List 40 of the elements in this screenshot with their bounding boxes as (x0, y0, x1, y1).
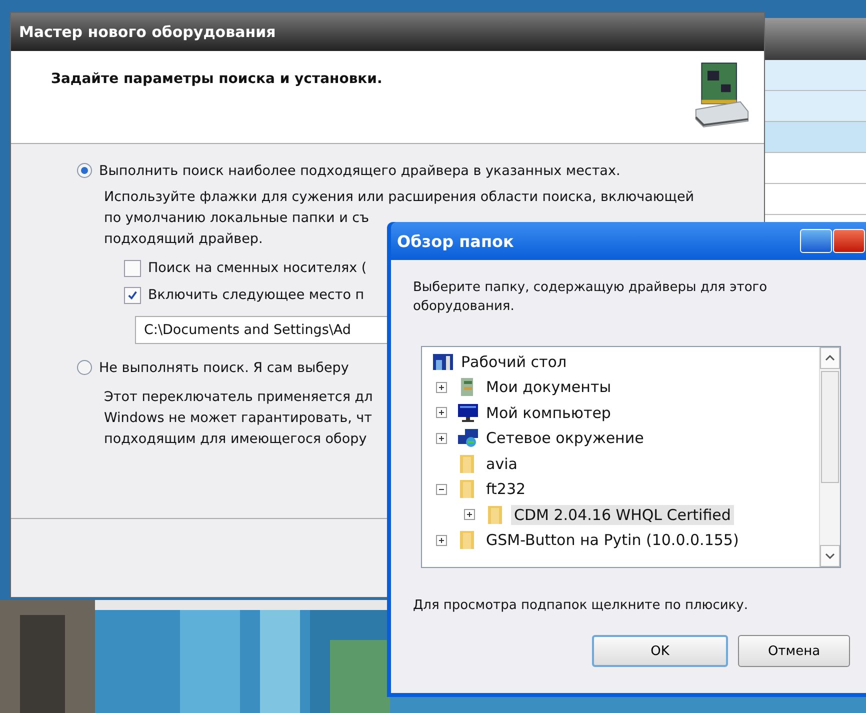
search-option-radio[interactable]: Не выполнять поиск. Я сам выберу (77, 360, 349, 376)
checkmark-icon (127, 290, 138, 300)
description-line: подходящим для имеющегося обору (104, 431, 367, 447)
caret-up-icon (825, 355, 835, 361)
expand-icon[interactable] (436, 407, 447, 418)
folder-tree-item[interactable]: ft232 (483, 479, 529, 500)
search-location-checkbox[interactable]: Включить следующее место п (124, 286, 364, 304)
dialog-title: Обзор папок (397, 232, 514, 250)
network-icon (457, 428, 479, 448)
desktop-icon (432, 352, 454, 372)
search-option-radio[interactable]: Выполнить поиск наиболее подходящего драйвера в указанных местах. (77, 162, 620, 178)
description-line: Этот переключатель применяется дл (104, 389, 373, 405)
page-heading: Задайте параметры поиска и установки. (51, 71, 382, 89)
help-button[interactable] (800, 229, 832, 253)
dialog-hint: Для просмотра подпапок щелкните по плюсику. (413, 598, 749, 613)
description-line: Windows не может гарантировать, чт (104, 410, 372, 426)
scrollbar[interactable] (819, 347, 840, 567)
caret-down-icon (825, 553, 835, 559)
collapse-icon[interactable] (436, 484, 447, 495)
expand-icon[interactable] (464, 509, 475, 520)
search-location-checkbox[interactable]: Поиск на сменных носителях ( (124, 260, 367, 276)
description-line: Используйте флажки для сужения или расширения области поиска, включающей (104, 188, 694, 204)
expand-icon[interactable] (436, 432, 447, 444)
folder-tree-item[interactable]: Рабочий стол (458, 352, 570, 372)
description-line: подходящий драйвер. (104, 230, 263, 246)
folder-tree-item[interactable]: avia (483, 454, 520, 474)
computer-icon (457, 402, 479, 423)
ok-button[interactable]: OK (592, 635, 728, 667)
folder-tree-item[interactable]: CDM 2.04.16 WHQL Certified (511, 504, 734, 525)
cancel-button[interactable]: Отмена (738, 635, 850, 667)
dialog-prompt: Выберите папку, содержащую драйверы для этого оборудования. (413, 279, 768, 316)
window-title: Мастер нового оборудования (11, 13, 764, 51)
expand-icon[interactable] (436, 534, 447, 546)
folder-tree-item[interactable]: GSM-Button на Pytin (10.0.0.155) (483, 530, 742, 550)
description-line: по умолчанию локальные папки и съ (104, 210, 370, 226)
close-button[interactable] (833, 229, 865, 253)
folder-tree-item[interactable]: Мой компьютер (483, 402, 614, 423)
folder-tree-item[interactable]: Сетевое окружение (483, 428, 647, 448)
expand-icon[interactable] (436, 382, 447, 393)
folder-tree-item[interactable]: Мои документы (483, 377, 614, 398)
